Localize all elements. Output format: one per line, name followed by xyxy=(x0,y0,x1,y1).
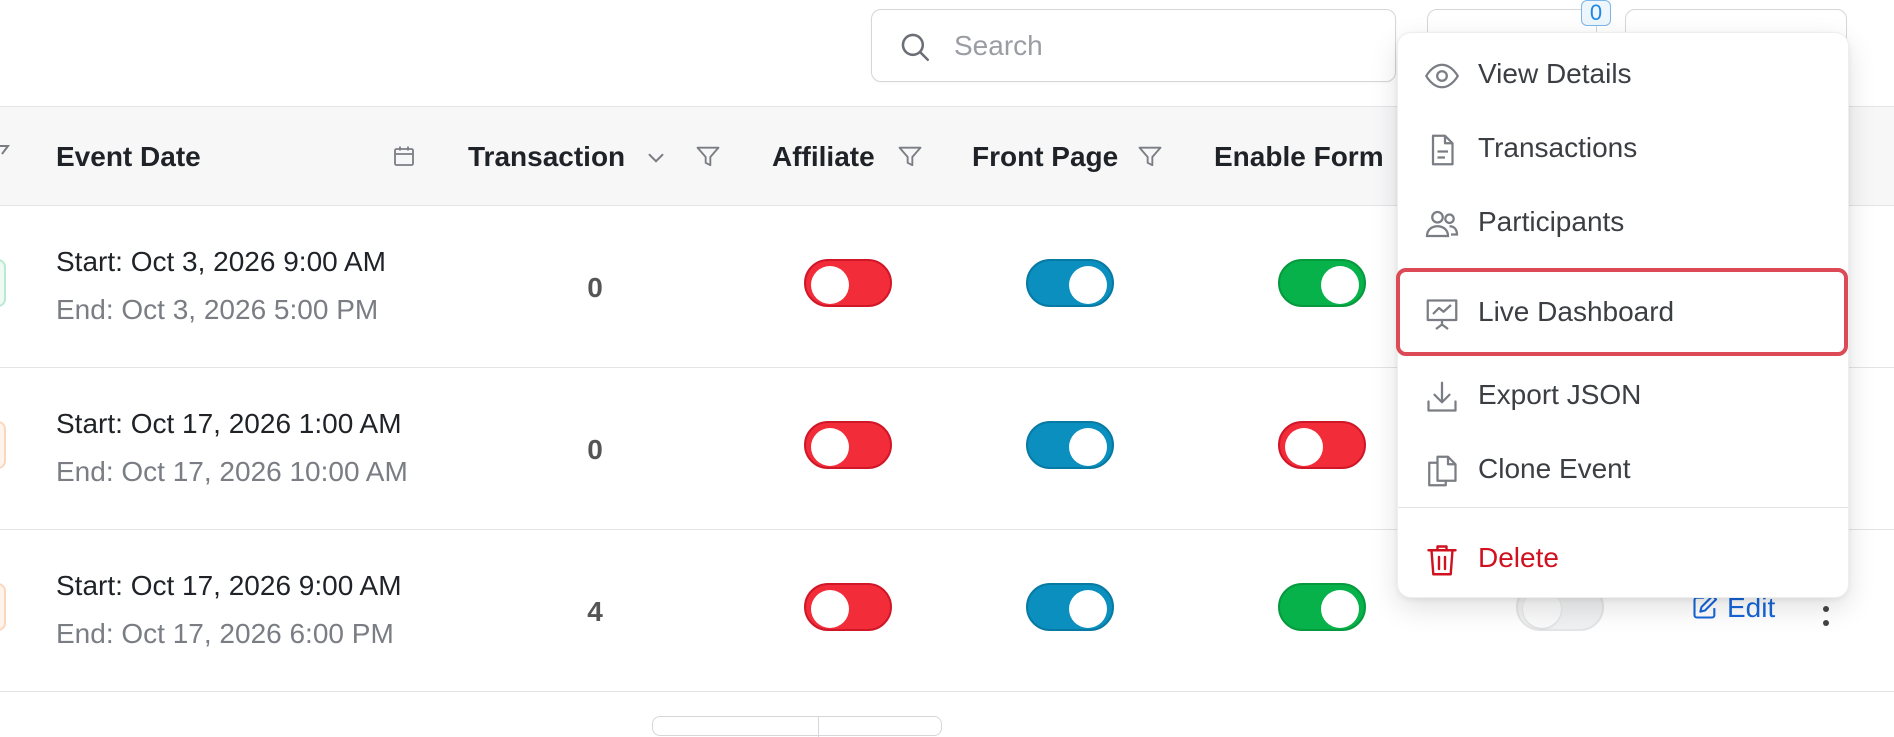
copy-icon xyxy=(1428,455,1457,487)
transaction-count: 4 xyxy=(587,596,603,627)
filter-count-badge: 0 xyxy=(1581,0,1611,26)
front-page-toggle[interactable] xyxy=(1026,583,1114,631)
users-icon xyxy=(1425,210,1459,238)
column-enable-form[interactable]: Enable Form xyxy=(1214,141,1384,173)
enable-form-toggle[interactable] xyxy=(1278,421,1366,469)
filter-icon[interactable] xyxy=(896,143,924,171)
event-end: End: Oct 17, 2026 6:00 PM xyxy=(56,618,394,649)
transaction-count: 0 xyxy=(587,434,603,465)
download-icon xyxy=(1427,381,1457,412)
menu-item-participants[interactable]: Participants xyxy=(1398,188,1848,258)
column-event-date[interactable]: Event Date xyxy=(56,141,201,173)
menu-item-export-json[interactable]: Export JSON xyxy=(1398,361,1848,431)
document-icon xyxy=(1431,134,1454,166)
event-start: Start: Oct 17, 2026 9:00 AM xyxy=(56,570,402,601)
menu-item-live-dashboard[interactable]: Live Dashboard xyxy=(1396,268,1848,356)
menu-item-clone-event[interactable]: Clone Event xyxy=(1398,435,1848,505)
event-start: Start: Oct 3, 2026 9:00 AM xyxy=(56,246,386,277)
menu-item-view-details[interactable]: View Details xyxy=(1398,40,1848,110)
menu-item-transactions[interactable]: Transactions xyxy=(1398,114,1848,184)
affiliate-toggle[interactable] xyxy=(804,583,892,631)
status-pill xyxy=(0,259,6,307)
presentation-chart-icon xyxy=(1426,299,1458,330)
affiliate-toggle[interactable] xyxy=(804,421,892,469)
search-icon xyxy=(901,33,930,62)
column-transaction[interactable]: Transaction xyxy=(468,141,625,173)
status-pill xyxy=(0,421,6,469)
trash-icon xyxy=(1427,545,1457,576)
eye-icon xyxy=(1424,63,1460,89)
transaction-count: 0 xyxy=(587,272,603,303)
filter-icon[interactable] xyxy=(694,143,722,171)
menu-divider xyxy=(1398,507,1848,508)
filter-icon[interactable] xyxy=(1136,143,1164,171)
menu-item-delete[interactable]: Delete xyxy=(1398,524,1848,594)
event-end: End: Oct 3, 2026 5:00 PM xyxy=(56,294,379,325)
column-affiliate[interactable]: Affiliate xyxy=(772,141,875,173)
enable-form-toggle[interactable] xyxy=(1278,583,1366,631)
search-input[interactable] xyxy=(952,24,1376,68)
event-start: Start: Oct 17, 2026 1:00 AM xyxy=(56,408,402,439)
event-end: End: Oct 17, 2026 10:00 AM xyxy=(56,456,408,487)
pagination[interactable] xyxy=(652,716,942,737)
row-actions-menu: View Details Transactions Participants L… xyxy=(1396,32,1849,598)
search-box[interactable] xyxy=(871,9,1396,82)
chevron-down-icon[interactable] xyxy=(643,145,669,171)
status-pill xyxy=(0,583,6,631)
front-page-toggle[interactable] xyxy=(1026,421,1114,469)
calendar-icon[interactable] xyxy=(392,144,416,168)
front-page-toggle[interactable] xyxy=(1026,259,1114,307)
enable-form-toggle[interactable] xyxy=(1278,259,1366,307)
affiliate-toggle[interactable] xyxy=(804,259,892,307)
filter-icon[interactable] xyxy=(0,143,10,165)
column-front-page[interactable]: Front Page xyxy=(972,141,1118,173)
